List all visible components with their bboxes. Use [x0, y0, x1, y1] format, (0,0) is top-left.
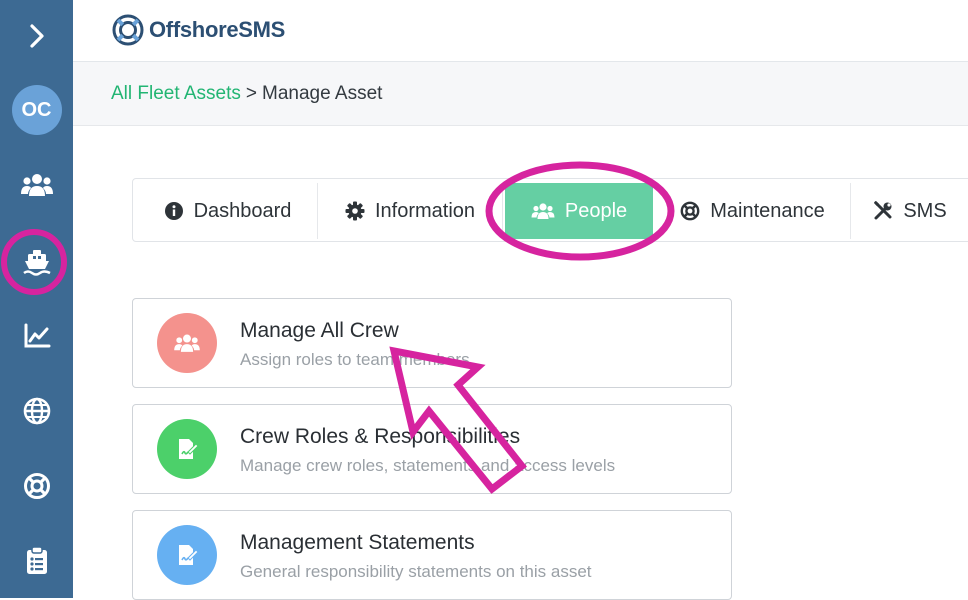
- card-management-statements[interactable]: Management Statements General responsibi…: [132, 510, 732, 600]
- brand-name: OffshoreSMS: [149, 17, 286, 42]
- life-ring-logo-icon: [112, 14, 144, 46]
- tab-people-label: People: [564, 199, 628, 222]
- breadcrumb: All Fleet Assets > Manage Asset: [73, 62, 968, 126]
- card-subtitle: Manage crew roles, statements and access…: [240, 456, 616, 475]
- tab-dashboard-label: Dashboard: [193, 199, 292, 222]
- card-title: Manage All Crew: [240, 319, 399, 342]
- chart-line-icon: [24, 323, 50, 348]
- brand-logo[interactable]: OffshoreSMS: [111, 13, 285, 47]
- tab-information[interactable]: Information: [318, 183, 503, 239]
- tab-sms[interactable]: SMS: [851, 183, 968, 239]
- tab-maintenance-label: Maintenance: [710, 199, 825, 222]
- avatar: OC: [11, 85, 62, 135]
- chevron-right-icon: [29, 24, 44, 48]
- sidebar-item-safety[interactable]: [0, 456, 73, 516]
- breadcrumb-current: Manage Asset: [262, 82, 383, 104]
- asset-tabs: Dashboard Information People Maintenance…: [132, 178, 968, 242]
- card-icon-circle: [157, 419, 217, 479]
- tab-people[interactable]: People: [505, 183, 653, 239]
- card-title: Crew Roles & Responsibilities: [240, 425, 521, 448]
- file-signature-icon: [179, 439, 199, 459]
- card-subtitle: Assign roles to team members: [240, 350, 470, 369]
- sidebar: OC: [0, 0, 73, 598]
- top-bar: OffshoreSMS: [73, 0, 968, 62]
- tab-information-label: Information: [374, 199, 476, 222]
- users-icon: [174, 334, 200, 352]
- card-icon-circle: [157, 313, 217, 373]
- globe-icon: [23, 397, 50, 425]
- sidebar-item-reports[interactable]: [0, 306, 73, 366]
- life-ring-icon: [680, 201, 700, 221]
- users-icon: [531, 203, 555, 219]
- sidebar-item-crew[interactable]: [0, 155, 73, 215]
- ship-icon: [22, 250, 51, 276]
- cog-icon: [345, 201, 365, 221]
- info-circle-icon: [164, 202, 183, 220]
- file-signature-icon: [179, 545, 199, 565]
- life-ring-icon: [23, 473, 50, 499]
- card-crew-roles-responsibilities[interactable]: Crew Roles & Responsibilities Manage cre…: [132, 404, 732, 494]
- card-subtitle: General responsibility statements on thi…: [240, 562, 592, 581]
- sidebar-item-checklists[interactable]: [0, 530, 73, 590]
- card-title: Management Statements: [240, 531, 475, 554]
- card-manage-all-crew[interactable]: Manage All Crew Assign roles to team mem…: [132, 298, 732, 388]
- breadcrumb-link-all-fleet-assets[interactable]: All Fleet Assets: [111, 83, 241, 105]
- sidebar-item-vessels[interactable]: [0, 232, 73, 292]
- breadcrumb-separator: >: [245, 82, 257, 104]
- tab-maintenance[interactable]: Maintenance: [655, 183, 851, 239]
- sidebar-item-global[interactable]: [0, 381, 73, 441]
- tab-dashboard[interactable]: Dashboard: [138, 183, 318, 239]
- user-menu-button[interactable]: OC: [0, 80, 73, 140]
- tools-icon: [874, 201, 892, 220]
- users-icon: [20, 174, 53, 196]
- tab-sms-label: SMS: [903, 199, 947, 222]
- expand-sidebar-button[interactable]: [0, 6, 73, 66]
- clipboard-list-icon: [26, 546, 47, 574]
- card-icon-circle: [157, 525, 217, 585]
